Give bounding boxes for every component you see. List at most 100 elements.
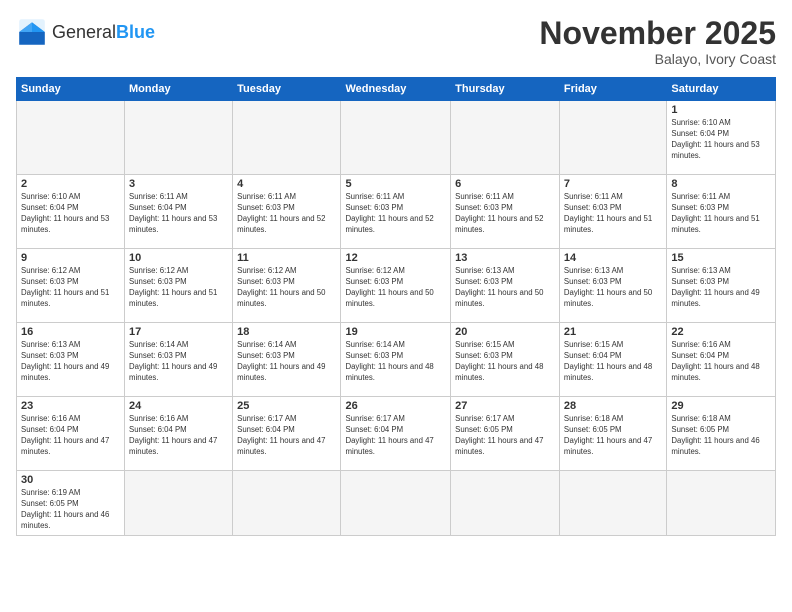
week-row-6: 30 Sunrise: 6:19 AMSunset: 6:05 PMDayligh… [17, 471, 776, 536]
day-info: Sunrise: 6:13 AMSunset: 6:03 PMDaylight:… [21, 340, 120, 384]
calendar-cell-1 [17, 101, 125, 175]
day-number: 30 [21, 474, 120, 486]
week-row-2: 2Sunrise: 6:10 AMSunset: 6:04 PMDaylight… [17, 175, 776, 249]
day-info: Sunrise: 6:12 AMSunset: 6:03 PMDaylight:… [21, 266, 120, 310]
day-info: Sunrise: 6:18 AMSunset: 6:05 PMDaylight:… [671, 414, 771, 458]
day-info: Sunrise: 6:14 AMSunset: 6:03 PMDaylight:… [237, 340, 336, 384]
day-number: 14 [564, 252, 662, 264]
day-info: Sunrise: 6:11 AMSunset: 6:03 PMDaylight:… [671, 192, 771, 236]
day-number: 16 [21, 326, 120, 338]
logo-text: GeneralBlue [52, 23, 155, 41]
calendar-header-row: Sunday Monday Tuesday Wednesday Thursday… [17, 78, 776, 101]
calendar-cell-7: 1 Sunrise: 6:10 AMSunset: 6:04 PMDaylight… [667, 101, 776, 175]
calendar-cell-3 [233, 101, 341, 175]
day-info: Sunrise: 6:12 AMSunset: 6:03 PMDaylight:… [129, 266, 228, 310]
day-number: 25 [237, 400, 336, 412]
location: Balayo, Ivory Coast [539, 51, 776, 67]
day-info: Sunrise: 6:16 AMSunset: 6:04 PMDaylight:… [21, 414, 120, 458]
calendar-cell-9: 3Sunrise: 6:11 AMSunset: 6:04 PMDaylight… [125, 175, 233, 249]
week-row-3: 9 Sunrise: 6:12 AMSunset: 6:03 PMDaylight… [17, 249, 776, 323]
calendar-cell-14: 8 Sunrise: 6:11 AMSunset: 6:03 PMDaylight… [667, 175, 776, 249]
day-number: 4 [237, 178, 336, 190]
calendar-cell-37 [125, 471, 233, 536]
day-info: Sunrise: 6:10 AMSunset: 6:04 PMDaylight:… [671, 118, 771, 162]
header-saturday: Saturday [667, 78, 776, 101]
day-info: Sunrise: 6:11 AMSunset: 6:03 PMDaylight:… [345, 192, 446, 236]
page: GeneralBlue November 2025 Balayo, Ivory … [0, 0, 792, 612]
calendar-cell-32: 26Sunrise: 6:17 AMSunset: 6:04 PMDayligh… [341, 397, 451, 471]
day-number: 23 [21, 400, 120, 412]
calendar-cell-23: 17 Sunrise: 6:14 AMSunset: 6:03 PMDayligh… [125, 323, 233, 397]
week-row-4: 16 Sunrise: 6:13 AMSunset: 6:03 PMDayligh… [17, 323, 776, 397]
header-monday: Monday [125, 78, 233, 101]
calendar-cell-28: 22Sunrise: 6:16 AMSunset: 6:04 PMDayligh… [667, 323, 776, 397]
day-number: 26 [345, 400, 446, 412]
day-info: Sunrise: 6:12 AMSunset: 6:03 PMDaylight:… [345, 266, 446, 310]
day-number: 8 [671, 178, 771, 190]
calendar-cell-34: 28Sunrise: 6:18 AMSunset: 6:05 PMDayligh… [559, 397, 666, 471]
calendar-cell-36: 30 Sunrise: 6:19 AMSunset: 6:05 PMDayligh… [17, 471, 125, 536]
calendar-cell-19: 13Sunrise: 6:13 AMSunset: 6:03 PMDayligh… [451, 249, 560, 323]
day-number: 28 [564, 400, 662, 412]
calendar-cell-30: 24Sunrise: 6:16 AMSunset: 6:04 PMDayligh… [125, 397, 233, 471]
calendar-cell-5 [451, 101, 560, 175]
day-number: 3 [129, 178, 228, 190]
day-info: Sunrise: 6:11 AMSunset: 6:03 PMDaylight:… [455, 192, 555, 236]
day-number: 12 [345, 252, 446, 264]
calendar-cell-13: 7Sunrise: 6:11 AMSunset: 6:03 PMDaylight… [559, 175, 666, 249]
day-number: 7 [564, 178, 662, 190]
header-sunday: Sunday [17, 78, 125, 101]
calendar-cell-8: 2Sunrise: 6:10 AMSunset: 6:04 PMDaylight… [17, 175, 125, 249]
header-friday: Friday [559, 78, 666, 101]
day-number: 19 [345, 326, 446, 338]
day-number: 27 [455, 400, 555, 412]
week-row-5: 23 Sunrise: 6:16 AMSunset: 6:04 PMDayligh… [17, 397, 776, 471]
calendar-cell-40 [451, 471, 560, 536]
day-info: Sunrise: 6:12 AMSunset: 6:03 PMDaylight:… [237, 266, 336, 310]
day-info: Sunrise: 6:16 AMSunset: 6:04 PMDaylight:… [671, 340, 771, 384]
day-info: Sunrise: 6:17 AMSunset: 6:05 PMDaylight:… [455, 414, 555, 458]
calendar-cell-15: 9 Sunrise: 6:12 AMSunset: 6:03 PMDaylight… [17, 249, 125, 323]
calendar-cell-18: 12 Sunrise: 6:12 AMSunset: 6:03 PMDayligh… [341, 249, 451, 323]
day-number: 29 [671, 400, 771, 412]
calendar-cell-11: 5 Sunrise: 6:11 AMSunset: 6:03 PMDaylight… [341, 175, 451, 249]
day-number: 21 [564, 326, 662, 338]
day-number: 6 [455, 178, 555, 190]
calendar-cell-16: 10Sunrise: 6:12 AMSunset: 6:03 PMDayligh… [125, 249, 233, 323]
header-thursday: Thursday [451, 78, 560, 101]
calendar-cell-38 [233, 471, 341, 536]
calendar-cell-2 [125, 101, 233, 175]
calendar-cell-4 [341, 101, 451, 175]
logo: GeneralBlue [16, 16, 155, 48]
day-number: 1 [671, 104, 771, 116]
day-info: Sunrise: 6:14 AMSunset: 6:03 PMDaylight:… [345, 340, 446, 384]
day-info: Sunrise: 6:15 AMSunset: 6:03 PMDaylight:… [455, 340, 555, 384]
logo-icon [16, 16, 48, 48]
day-info: Sunrise: 6:19 AMSunset: 6:05 PMDaylight:… [21, 488, 120, 532]
calendar-cell-25: 19 Sunrise: 6:14 AMSunset: 6:03 PMDayligh… [341, 323, 451, 397]
day-number: 17 [129, 326, 228, 338]
calendar-cell-29: 23 Sunrise: 6:16 AMSunset: 6:04 PMDayligh… [17, 397, 125, 471]
day-number: 5 [345, 178, 446, 190]
day-number: 9 [21, 252, 120, 264]
calendar-cell-42 [667, 471, 776, 536]
day-info: Sunrise: 6:13 AMSunset: 6:03 PMDaylight:… [671, 266, 771, 310]
day-info: Sunrise: 6:14 AMSunset: 6:03 PMDaylight:… [129, 340, 228, 384]
calendar-cell-6 [559, 101, 666, 175]
header-wednesday: Wednesday [341, 78, 451, 101]
day-info: Sunrise: 6:10 AMSunset: 6:04 PMDaylight:… [21, 192, 120, 236]
day-number: 20 [455, 326, 555, 338]
header: GeneralBlue November 2025 Balayo, Ivory … [16, 16, 776, 67]
calendar-cell-10: 4 Sunrise: 6:11 AMSunset: 6:03 PMDaylight… [233, 175, 341, 249]
calendar-cell-41 [559, 471, 666, 536]
day-number: 15 [671, 252, 771, 264]
calendar-cell-22: 16 Sunrise: 6:13 AMSunset: 6:03 PMDayligh… [17, 323, 125, 397]
calendar-cell-39 [341, 471, 451, 536]
day-info: Sunrise: 6:16 AMSunset: 6:04 PMDaylight:… [129, 414, 228, 458]
day-info: Sunrise: 6:13 AMSunset: 6:03 PMDaylight:… [455, 266, 555, 310]
calendar-cell-35: 29 Sunrise: 6:18 AMSunset: 6:05 PMDayligh… [667, 397, 776, 471]
day-info: Sunrise: 6:11 AMSunset: 6:03 PMDaylight:… [237, 192, 336, 236]
header-tuesday: Tuesday [233, 78, 341, 101]
calendar-cell-17: 11Sunrise: 6:12 AMSunset: 6:03 PMDayligh… [233, 249, 341, 323]
calendar-cell-26: 20 Sunrise: 6:15 AMSunset: 6:03 PMDayligh… [451, 323, 560, 397]
